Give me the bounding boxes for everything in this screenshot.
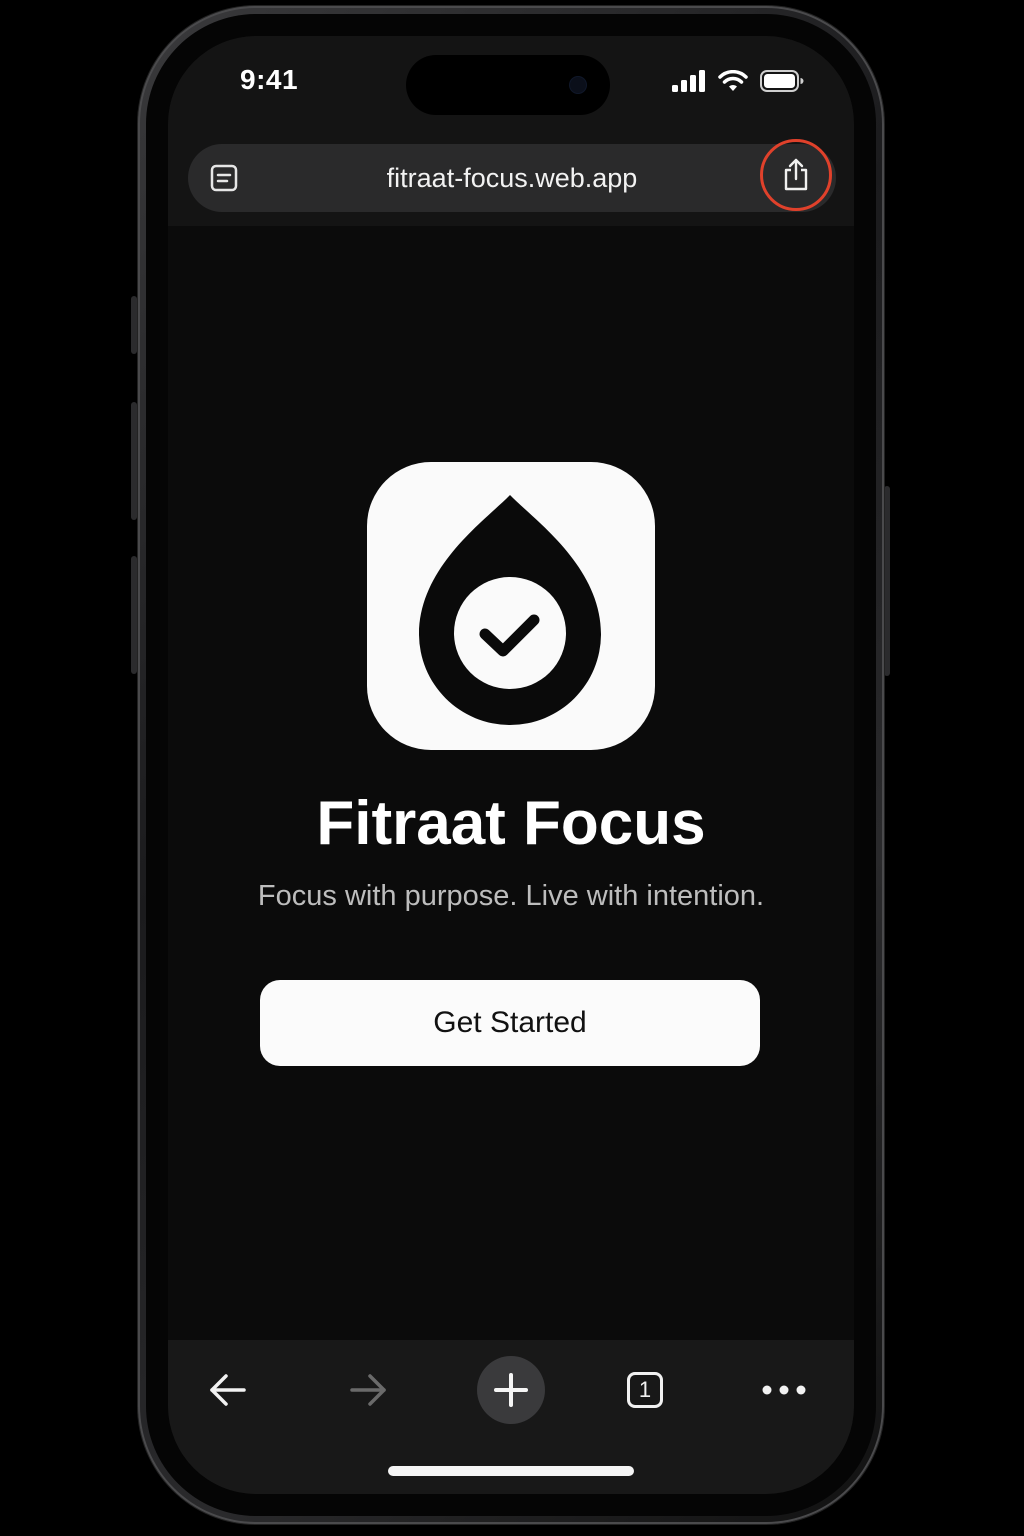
forward-button[interactable] [334,1356,402,1424]
battery-icon [760,70,804,92]
share-icon [784,158,808,191]
arrow-left-icon [210,1374,246,1406]
screen: 9:41 fitraat-focus.web.app Fitraat Focus… [168,36,854,1494]
back-button[interactable] [194,1356,262,1424]
tab-count: 1 [627,1372,663,1408]
url-text[interactable]: fitraat-focus.web.app [188,164,836,192]
action-button [131,296,137,354]
page-content: Fitraat Focus Focus with purpose. Live w… [168,226,854,1340]
app-tagline: Focus with purpose. Live with intention. [257,880,765,912]
drop-checkmark-logo-icon [419,495,601,725]
home-indicator[interactable] [388,1466,634,1476]
tabs-button[interactable]: 1 [611,1356,679,1424]
ellipsis-icon [762,1385,806,1395]
dynamic-island [406,55,610,115]
arrow-right-icon [350,1374,386,1406]
new-tab-button[interactable] [477,1356,545,1424]
address-bar[interactable]: fitraat-focus.web.app [188,139,836,212]
front-camera [570,77,586,93]
volume-down-button [131,556,137,674]
app-logo [367,462,655,750]
status-icons [672,68,804,94]
app-title: Fitraat Focus [316,789,706,858]
wifi-icon [718,70,748,91]
volume-up-button [131,402,137,520]
power-button [884,486,890,676]
share-button[interactable] [760,139,832,211]
status-time: 9:41 [240,64,299,95]
status-bar: 9:41 [168,36,854,136]
stage: 9:41 fitraat-focus.web.app Fitraat Focus… [0,0,1024,1536]
get-started-button[interactable]: Get Started [260,980,760,1066]
browser-address-region: fitraat-focus.web.app [168,136,854,226]
cellular-signal-icon [672,70,705,92]
more-button[interactable] [750,1356,818,1424]
plus-icon [494,1373,528,1407]
